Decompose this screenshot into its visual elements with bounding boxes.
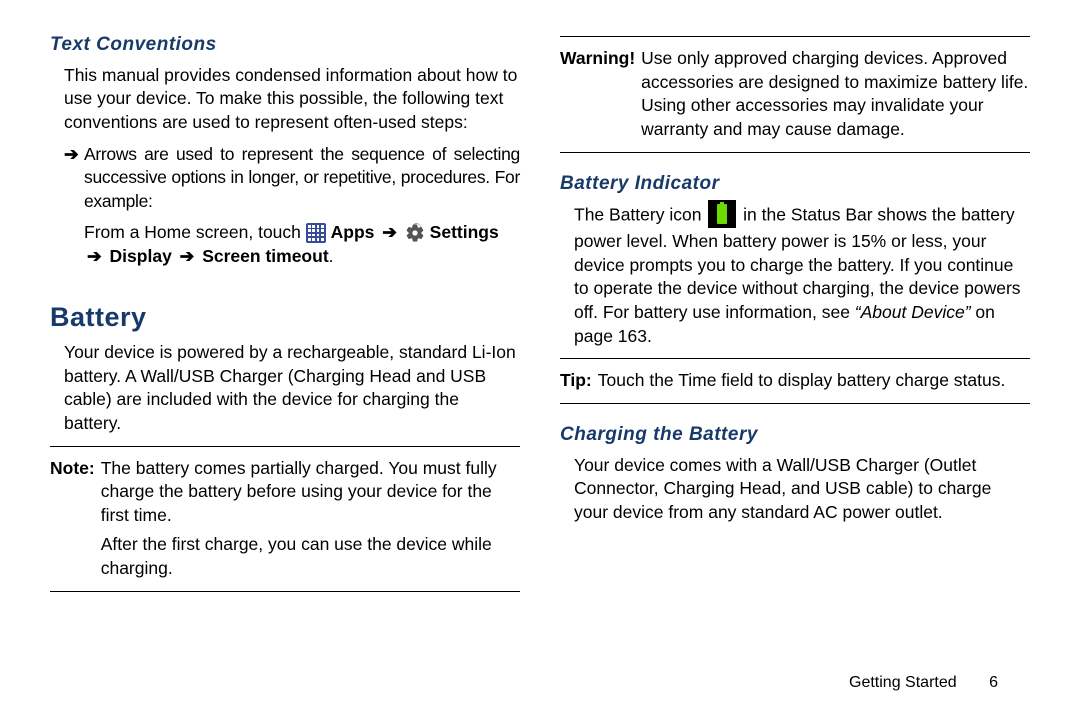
divider (50, 446, 520, 447)
arrow-icon: ➔ (379, 222, 400, 242)
bullet-arrow-icon: ➔ (64, 143, 84, 214)
left-column: Text Conventions This manual provides co… (50, 32, 520, 720)
divider (560, 152, 1030, 153)
arrow-icon: ➔ (84, 246, 105, 266)
divider (50, 591, 520, 592)
screen-timeout-label: Screen timeout (202, 246, 328, 266)
page-content: Text Conventions This manual provides co… (0, 0, 1080, 720)
warning-label: Warning! (560, 47, 641, 142)
heading-text-conventions: Text Conventions (50, 32, 520, 58)
battery-indicator-body: The Battery icon in the Status Bar shows… (574, 202, 1030, 348)
period: . (329, 246, 334, 266)
right-column: Warning! Use only approved charging devi… (560, 32, 1030, 720)
bullet-text: Arrows are used to represent the sequenc… (84, 143, 520, 214)
about-device-ref: “About Device” (855, 302, 971, 322)
arrow-icon: ➔ (177, 246, 198, 266)
note-block: Note: The battery comes partially charge… (50, 457, 520, 581)
page-footer: Getting Started 6 (849, 674, 998, 692)
apps-label: Apps (331, 222, 375, 242)
bullet-item: ➔ Arrows are used to represent the seque… (64, 143, 520, 214)
divider (560, 36, 1030, 37)
example-prefix: From a Home screen, touch (84, 222, 306, 242)
note-line-1: The battery comes partially charged. You… (101, 457, 520, 528)
note-body: The battery comes partially charged. You… (101, 457, 520, 581)
warning-block: Warning! Use only approved charging devi… (560, 47, 1030, 142)
note-line-2: After the first charge, you can use the … (101, 533, 520, 580)
heading-battery: Battery (50, 299, 520, 335)
battery-icon (708, 200, 736, 228)
tip-label: Tip: (560, 369, 598, 393)
charging-body: Your device comes with a Wall/USB Charge… (574, 454, 1030, 525)
note-label: Note: (50, 457, 101, 581)
example-line: From a Home screen, touch Apps ➔ Setting… (84, 221, 520, 268)
tip-body: Touch the Time field to display battery … (598, 369, 1030, 393)
batind-text-a: The Battery icon (574, 205, 706, 225)
warning-body: Use only approved charging devices. Appr… (641, 47, 1030, 142)
gear-icon (405, 223, 425, 243)
divider (560, 403, 1030, 404)
settings-label: Settings (430, 222, 499, 242)
battery-body: Your device is powered by a rechargeable… (64, 341, 520, 436)
apps-icon (306, 223, 326, 243)
footer-section: Getting Started (849, 674, 957, 691)
heading-battery-indicator: Battery Indicator (560, 171, 1030, 197)
tip-block: Tip: Touch the Time field to display bat… (560, 369, 1030, 393)
text-conventions-body: This manual provides condensed informati… (64, 64, 520, 135)
display-label: Display (110, 246, 172, 266)
divider (560, 358, 1030, 359)
heading-charging-battery: Charging the Battery (560, 422, 1030, 448)
page-number: 6 (989, 674, 998, 691)
